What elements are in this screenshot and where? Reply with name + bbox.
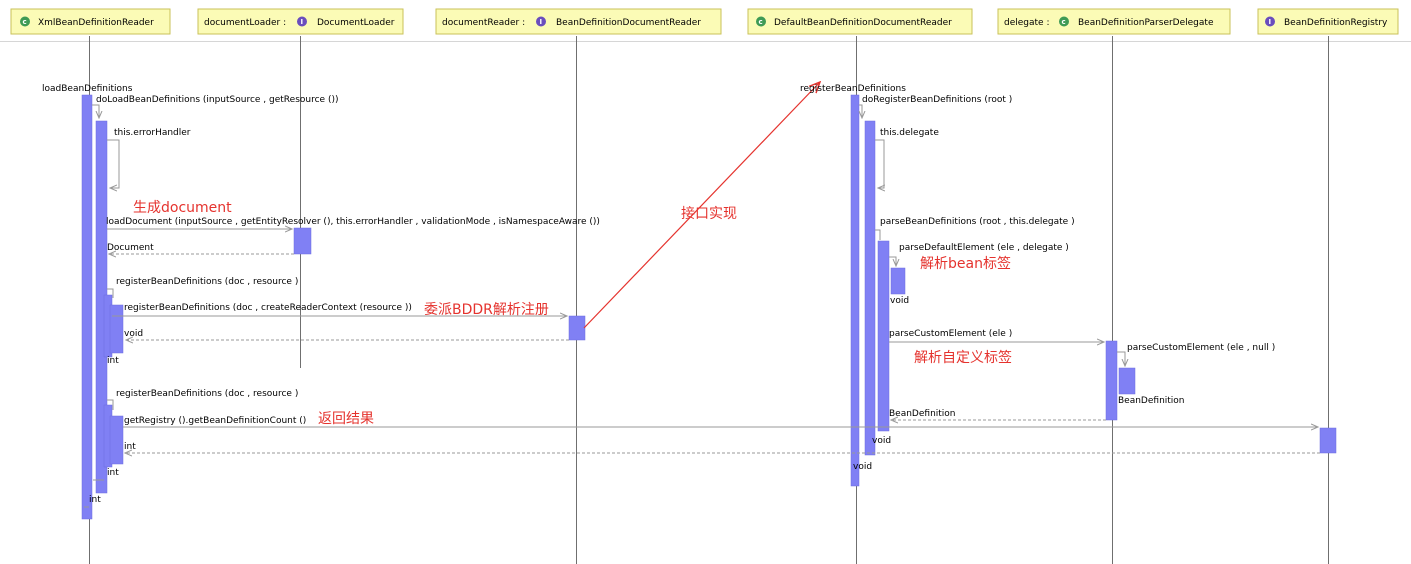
- message-label: parseCustomElement (ele ): [889, 329, 1012, 339]
- annotation-parse-custom-tag: 解析自定义标签: [914, 349, 1012, 366]
- message-label: registerBeanDefinitions (doc , resource …: [116, 277, 298, 287]
- message-label: doLoadBeanDefinitions (inputSource , get…: [96, 95, 338, 105]
- lifeline-name: BeanDefinitionRegistry: [1284, 18, 1388, 28]
- message-label: this.delegate: [880, 128, 939, 138]
- svg-text:I: I: [301, 18, 304, 26]
- interface-implementation-arrow: [583, 82, 820, 329]
- activation-bar: [1319, 427, 1337, 454]
- message-label: loadDocument (inputSource , getEntityRes…: [106, 217, 600, 227]
- activation-bar: [568, 315, 586, 341]
- header-xmlbeandefinitionreader[interactable]: c XmlBeanDefinitionReader: [10, 8, 171, 35]
- header-beandefinitionparserdelegate[interactable]: delegate : c BeanDefinitionParserDelegat…: [997, 8, 1231, 35]
- message-label: registerBeanDefinitions (doc , createRea…: [124, 303, 412, 313]
- message-label: int: [89, 495, 101, 505]
- lifeline-name: DefaultBeanDefinitionDocumentReader: [774, 18, 952, 28]
- svg-text:I: I: [1269, 18, 1272, 26]
- svg-text:c: c: [1062, 18, 1066, 26]
- header-defaultbeandefinitiondocumentreader[interactable]: c DefaultBeanDefinitionDocumentReader: [747, 8, 973, 35]
- message-label: void: [124, 329, 143, 339]
- message-label: int: [124, 442, 136, 452]
- activation-bar: [890, 267, 906, 295]
- message-label: parseCustomElement (ele , null ): [1127, 343, 1275, 353]
- svg-text:I: I: [540, 18, 543, 26]
- message-label: this.errorHandler: [114, 128, 191, 138]
- message-label: doRegisterBeanDefinitions (root ): [862, 95, 1012, 105]
- activation-bar: [109, 415, 124, 465]
- message-label: BeanDefinition: [1118, 396, 1185, 406]
- message-label: registerBeanDefinitions: [800, 84, 906, 94]
- message-label: Document: [107, 243, 154, 253]
- svg-text:c: c: [23, 18, 27, 26]
- lifeline-variable: delegate :: [1004, 18, 1049, 28]
- message-label: parseBeanDefinitions (root , this.delega…: [880, 217, 1075, 227]
- message-label: void: [853, 462, 872, 472]
- message-label: getRegistry ().getBeanDefinitionCount (): [124, 416, 306, 426]
- header-beandefinitiondocumentreader[interactable]: documentReader : I BeanDefinitionDocumen…: [435, 8, 722, 35]
- message-label: void: [890, 296, 909, 306]
- lifeline-name: BeanDefinitionParserDelegate: [1078, 18, 1214, 28]
- activation-bar: [81, 94, 93, 520]
- sequence-diagram: c XmlBeanDefinitionReader documentLoader…: [0, 0, 1411, 564]
- message-label: int: [107, 468, 119, 478]
- lifeline-name: DocumentLoader: [317, 18, 395, 28]
- lifeline-variable: documentLoader :: [204, 18, 286, 28]
- annotation-delegate-bddr: 委派BDDR解析注册: [424, 302, 549, 318]
- activation-bar: [109, 304, 124, 354]
- activation-bar: [864, 120, 876, 456]
- message-label: void: [872, 436, 891, 446]
- lifeline-name: XmlBeanDefinitionReader: [38, 18, 154, 28]
- activation-bar: [877, 240, 890, 432]
- annotation-parse-bean-tag: 解析bean标签: [920, 255, 1011, 272]
- svg-text:c: c: [759, 18, 763, 26]
- lifeline-variable: documentReader :: [442, 18, 525, 28]
- activation-bar: [1118, 367, 1136, 395]
- message-label: loadBeanDefinitions: [42, 84, 133, 94]
- lifeline-name: BeanDefinitionDocumentReader: [556, 18, 701, 28]
- header-beandefinitionregistry[interactable]: I BeanDefinitionRegistry: [1257, 8, 1399, 35]
- message-label: registerBeanDefinitions (doc , resource …: [116, 389, 298, 399]
- annotation-generate-document: 生成document: [133, 200, 232, 216]
- activation-bar: [1105, 340, 1118, 421]
- annotation-return-result: 返回结果: [318, 411, 374, 427]
- message-label: int: [107, 356, 119, 366]
- message-label: BeanDefinition: [889, 409, 956, 419]
- message-label: parseDefaultElement (ele , delegate ): [899, 243, 1069, 253]
- activation-bar: [293, 227, 312, 255]
- header-documentloader[interactable]: documentLoader : I DocumentLoader: [197, 8, 404, 35]
- annotation-interface-impl: 接口实现: [681, 205, 737, 222]
